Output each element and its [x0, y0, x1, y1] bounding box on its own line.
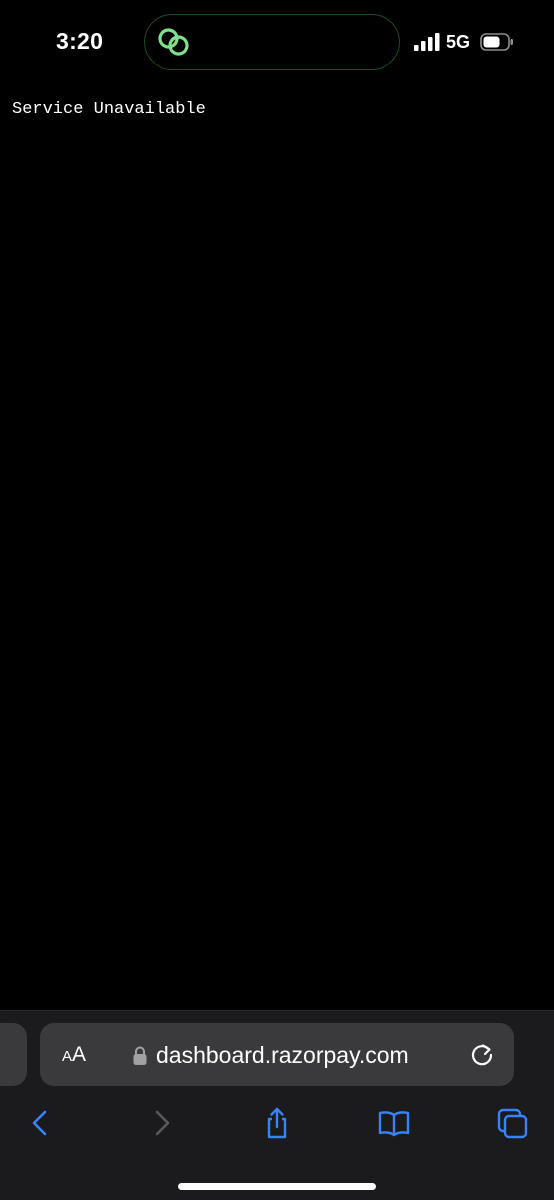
signal-bars-icon — [413, 33, 440, 51]
reader-large-a: A — [72, 1043, 87, 1066]
web-page-content: Service Unavailable — [0, 80, 554, 1010]
tabs-overview-icon — [497, 1108, 528, 1139]
forward-button[interactable] — [139, 1103, 183, 1143]
share-icon — [267, 1107, 287, 1139]
browser-chrome: A A dashboard.razorpay.com — [0, 1010, 554, 1200]
network-type: 5G — [445, 31, 470, 52]
browser-toolbar — [0, 1093, 554, 1153]
tabs-button[interactable] — [490, 1103, 534, 1143]
lock-icon — [133, 1046, 147, 1065]
linked-rings-icon — [158, 28, 189, 56]
previous-tab-stub[interactable] — [0, 1023, 27, 1086]
back-button[interactable] — [19, 1103, 63, 1143]
url-display[interactable]: dashboard.razorpay.com — [132, 1042, 409, 1069]
dynamic-island[interactable] — [144, 14, 400, 70]
status-indicators: 5G — [413, 30, 514, 54]
url-text: dashboard.razorpay.com — [156, 1042, 409, 1068]
chevron-left-icon — [32, 1110, 47, 1136]
bookmarks-button[interactable] — [372, 1103, 416, 1143]
service-unavailable-message: Service Unavailable — [12, 100, 206, 119]
status-bar: 3:20 5G — [0, 0, 554, 80]
open-book-icon — [378, 1111, 410, 1137]
battery-icon — [480, 33, 513, 51]
address-bar[interactable]: A A dashboard.razorpay.com — [40, 1023, 514, 1086]
share-button[interactable] — [255, 1103, 299, 1143]
reader-options-button[interactable]: A A — [62, 1043, 86, 1067]
reader-small-a: A — [62, 1048, 73, 1065]
chevron-right-icon — [155, 1110, 170, 1136]
reload-icon[interactable] — [468, 1041, 496, 1069]
status-time: 3:20 — [56, 28, 104, 54]
home-indicator[interactable] — [178, 1183, 376, 1190]
